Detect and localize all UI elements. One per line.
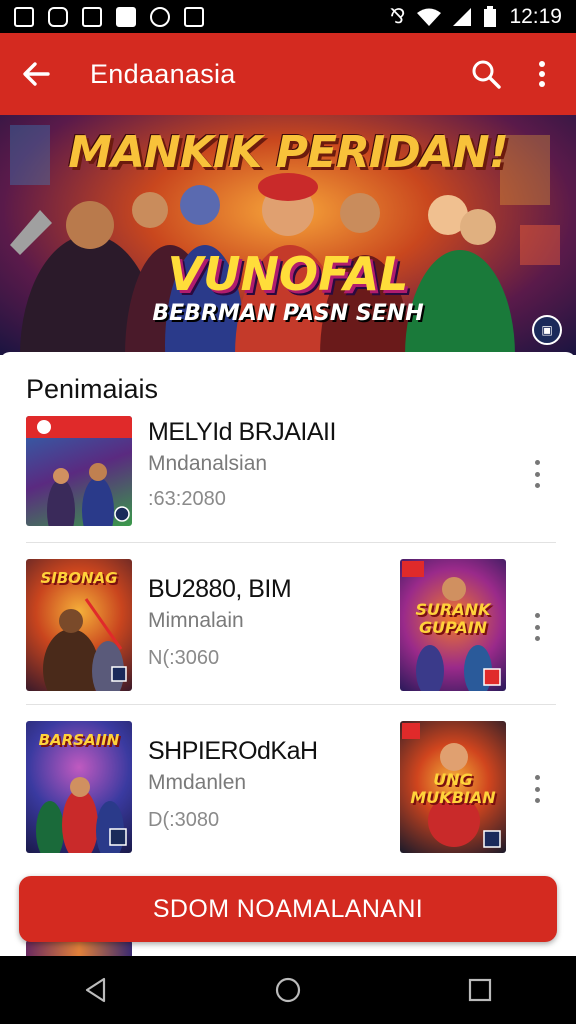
section-title: Penimaiais [26,374,159,404]
primary-action-button[interactable]: SDOM NOAMALANANI [19,876,557,942]
app-bar: Endaanasia [0,33,576,115]
list-item[interactable]: MELYId BRJAIAII Mndanalsian :63:2080 [0,416,576,576]
side-art-label: SURANK GUPAIN [415,600,491,637]
more-vert-icon [534,613,540,618]
item-meta: :63:2080 [148,488,226,510]
game-thumbnail [26,416,132,526]
rating-badge-icon: ▣ [532,315,562,345]
list-item[interactable]: SIBONAG BU2880, BIM Mimnalain N(:3060 SU… [0,559,576,719]
nav-back-button[interactable] [56,956,136,1024]
photo-icon [82,6,102,27]
notification-icons [14,6,204,27]
more-vert-icon [539,61,545,87]
item-meta: D(:3080 [148,809,220,831]
content-sheet: Penimaiais MELYId BRJAIAII Mndanalsian :… [0,352,576,962]
divider [26,704,556,705]
hero-subtitle: BEBRMAN PASN SENH [152,301,424,326]
more-options-button[interactable] [514,33,570,115]
item-more-button[interactable] [526,454,548,494]
item-subtitle: Mmdanlen [148,771,247,794]
thumbnail-label: SIBONAG [40,569,118,587]
hero-title: MANKIK PERIDAN! [68,127,509,178]
wifi-icon [417,8,442,26]
system-nav-bar [0,956,576,1024]
nav-home-button[interactable] [248,956,328,1024]
battery-icon [484,5,497,27]
nav-back-icon [85,977,106,1003]
item-title: BU2880, BIM [148,575,292,603]
search-icon [472,60,501,89]
item-more-button[interactable] [526,607,548,647]
whatsapp-icon [48,6,68,27]
hero-headline: VUNOFAL [167,247,409,301]
image-icon [14,6,34,27]
bookmark-icon [116,6,136,27]
status-bar: ⅋ 12:19 [0,0,576,33]
clock: 12:19 [509,4,562,28]
more-vert-icon [534,460,540,465]
signal-icon [453,7,472,26]
search-button[interactable] [458,33,514,115]
arrow-left-icon [23,62,50,86]
app-title: Endaanasia [90,58,236,89]
divider [26,542,556,543]
item-subtitle: Mndanalsian [148,452,268,475]
camera-icon [184,6,204,27]
vibrate-icon: ⅋ [389,6,406,28]
side-thumbnail[interactable]: SURANK GUPAIN [400,559,506,691]
item-more-button[interactable] [526,769,548,809]
nav-home-icon [275,977,301,1003]
chrome-icon [150,6,170,27]
list-item[interactable]: BARSAIIN SHPIEROdKaH Mmdanlen D(:3080 UN… [0,721,576,881]
more-vert-icon [534,775,540,780]
game-thumbnail: SIBONAG [26,559,132,691]
item-meta: N(:3060 [148,647,220,669]
side-thumbnail[interactable]: UNG MUKBIAN [400,721,506,853]
hero-banner[interactable]: MANKIK PERIDAN! VUNOFAL BEBRMAN PASN SEN… [0,115,576,355]
game-thumbnail: BARSAIIN [26,721,132,853]
item-title: SHPIEROdKaH [148,737,318,765]
nav-recents-button[interactable] [440,956,520,1024]
thumbnail-label: BARSAIIN [38,731,120,749]
item-subtitle: Mimnalain [148,609,244,632]
back-button[interactable] [0,33,72,115]
side-art-label: UNG MUKBIAN [410,770,496,807]
item-title: MELYId BRJAIAII [148,418,336,446]
nav-recents-icon [468,978,492,1002]
